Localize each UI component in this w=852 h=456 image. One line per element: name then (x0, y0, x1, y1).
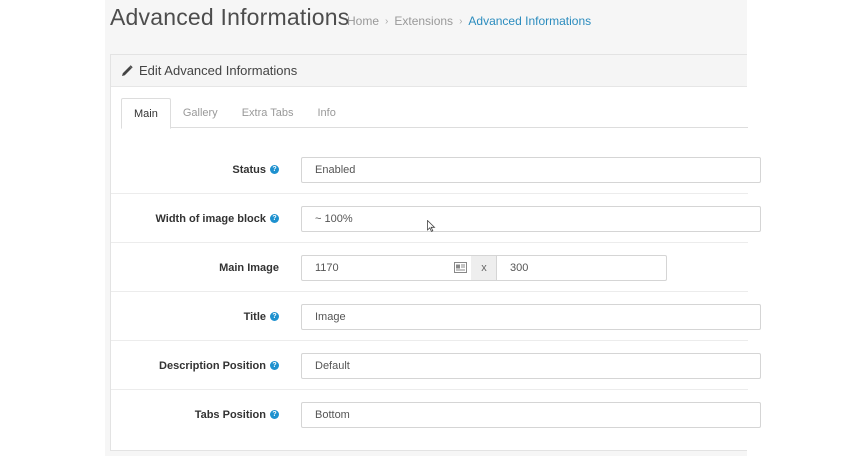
breadcrumb-separator-icon: › (459, 15, 463, 27)
breadcrumb: Home › Extensions › Advanced Information… (347, 14, 591, 28)
help-icon[interactable]: ? (270, 361, 279, 370)
description-position-select[interactable]: Default (301, 353, 761, 379)
breadcrumb-current[interactable]: Advanced Informations (468, 14, 591, 28)
page-title: Advanced Informations (110, 4, 350, 30)
main-image-height-input[interactable]: 300 (496, 255, 667, 281)
form-row-tabs-position: Tabs Position ? Bottom (111, 390, 761, 439)
form-row-status: Status ? Enabled (111, 145, 761, 194)
form-row-main-image: Main Image 1170 x 300 (111, 243, 748, 292)
tabs-position-select[interactable]: Bottom (301, 402, 761, 428)
mouse-cursor-icon (427, 219, 436, 232)
main-image-size-separator: x (471, 255, 497, 281)
title-label: Title ? (244, 292, 279, 341)
tab-main[interactable]: Main (121, 98, 171, 129)
pencil-icon (121, 64, 133, 77)
tabs-position-label: Tabs Position ? (195, 390, 279, 439)
width-block-label: Width of image block ? (155, 194, 279, 243)
main-image-width-input[interactable]: 1170 (301, 255, 472, 281)
form-row-title: Title ? Image (111, 292, 761, 341)
status-select[interactable]: Enabled (301, 157, 761, 183)
help-icon[interactable]: ? (270, 312, 279, 321)
content-page: Advanced Informations Home › Extensions … (105, 0, 761, 456)
panel-heading-title: Edit Advanced Informations (139, 63, 298, 78)
breadcrumb-separator-icon: › (385, 15, 389, 27)
panel-heading: Edit Advanced Informations (111, 55, 747, 87)
tab-info[interactable]: Info (305, 98, 347, 128)
tab-gallery[interactable]: Gallery (171, 98, 230, 128)
description-position-label: Description Position ? (159, 341, 279, 390)
image-size-icon (454, 262, 467, 276)
title-input[interactable]: Image (301, 304, 761, 330)
width-block-select[interactable]: ~ 100% (301, 206, 761, 232)
tab-extra-tabs[interactable]: Extra Tabs (230, 98, 306, 128)
help-icon[interactable]: ? (270, 165, 279, 174)
help-icon[interactable]: ? (270, 214, 279, 223)
main-image-label: Main Image (219, 261, 279, 274)
tab-bar: Main Gallery Extra Tabs Info (121, 98, 748, 129)
status-label: Status ? (232, 145, 279, 194)
breadcrumb-extensions[interactable]: Extensions (394, 14, 453, 28)
help-icon[interactable]: ? (270, 410, 279, 419)
breadcrumb-home[interactable]: Home (347, 14, 379, 28)
form-row-description-position: Description Position ? Default (111, 341, 761, 390)
edit-panel: Edit Advanced Informations Main Gallery … (110, 54, 761, 451)
